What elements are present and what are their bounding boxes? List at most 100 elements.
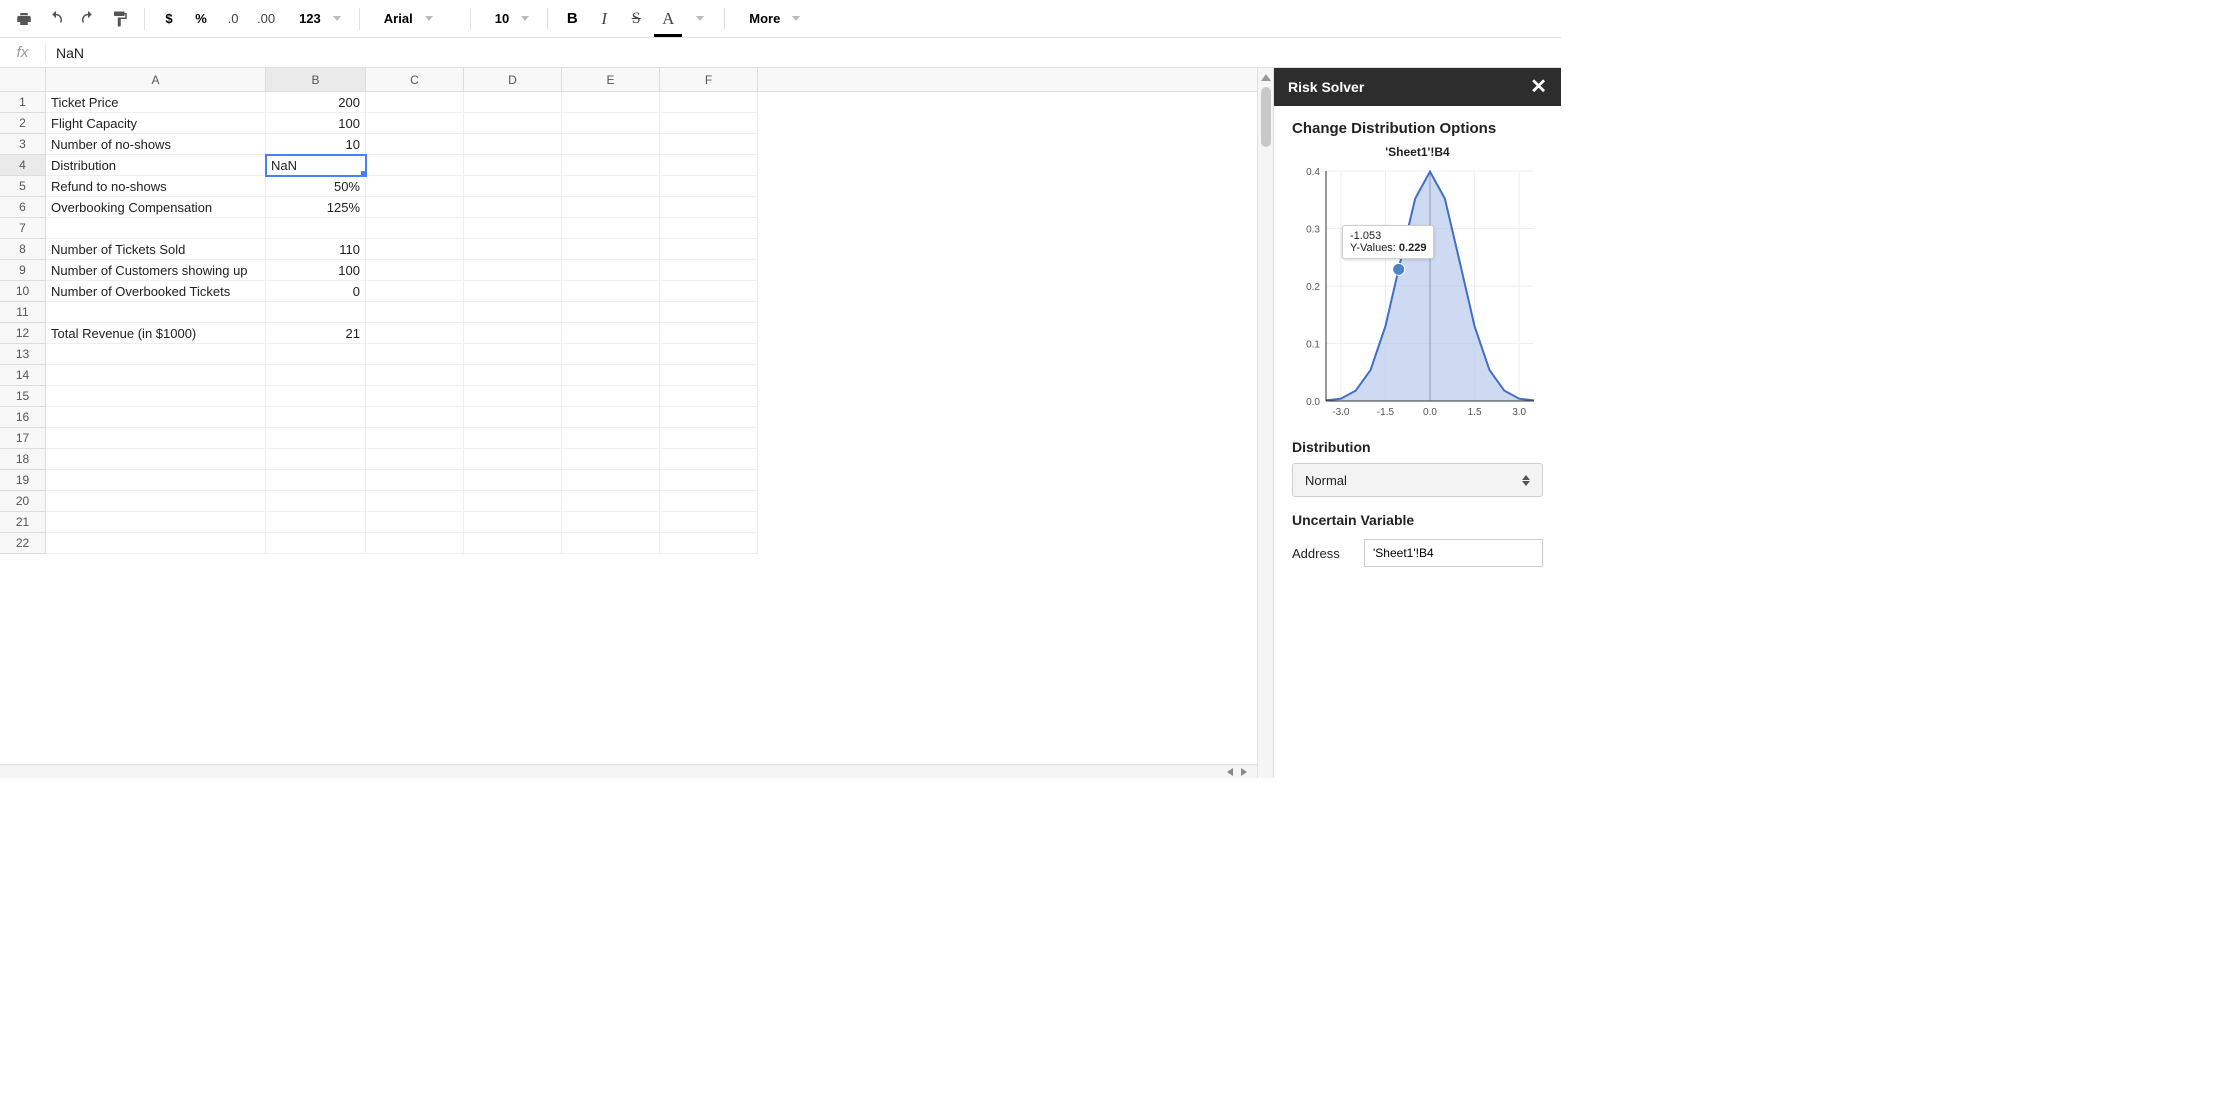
cell[interactable]	[562, 155, 660, 176]
cell[interactable]	[366, 239, 464, 260]
cell[interactable]	[464, 407, 562, 428]
cell[interactable]	[266, 344, 366, 365]
cell[interactable]	[562, 260, 660, 281]
column-header-F[interactable]: F	[660, 68, 758, 91]
cell[interactable]	[660, 428, 758, 449]
row-header[interactable]: 2	[0, 113, 46, 134]
cell[interactable]	[366, 218, 464, 239]
column-header-E[interactable]: E	[562, 68, 660, 91]
cell[interactable]	[562, 512, 660, 533]
cell[interactable]	[562, 113, 660, 134]
formula-input[interactable]	[46, 45, 1561, 61]
cell[interactable]: Distribution	[46, 155, 266, 176]
select-all-corner[interactable]	[0, 68, 46, 91]
cell[interactable]	[464, 197, 562, 218]
cell[interactable]	[562, 197, 660, 218]
row-header[interactable]: 16	[0, 407, 46, 428]
cell[interactable]	[366, 155, 464, 176]
cell[interactable]	[46, 428, 266, 449]
format-percent-button[interactable]: %	[187, 5, 215, 33]
cell[interactable]	[660, 134, 758, 155]
cell[interactable]	[46, 491, 266, 512]
cell[interactable]	[464, 302, 562, 323]
cell[interactable]	[660, 197, 758, 218]
cell[interactable]	[562, 323, 660, 344]
cell[interactable]	[562, 386, 660, 407]
cell[interactable]	[366, 92, 464, 113]
row-header[interactable]: 20	[0, 491, 46, 512]
cell[interactable]	[660, 218, 758, 239]
cell[interactable]	[46, 386, 266, 407]
cell[interactable]: 21	[266, 323, 366, 344]
text-color-dropdown[interactable]	[686, 5, 714, 33]
cell[interactable]: Number of Customers showing up	[46, 260, 266, 281]
row-header[interactable]: 4	[0, 155, 46, 176]
cell[interactable]	[464, 512, 562, 533]
cell[interactable]	[660, 113, 758, 134]
cell[interactable]	[46, 407, 266, 428]
cell[interactable]	[266, 386, 366, 407]
cell[interactable]	[660, 155, 758, 176]
cell[interactable]	[660, 449, 758, 470]
cell[interactable]	[366, 449, 464, 470]
cell[interactable]	[660, 407, 758, 428]
cell[interactable]: Number of Overbooked Tickets	[46, 281, 266, 302]
scroll-up-icon[interactable]	[1261, 74, 1271, 81]
cell[interactable]	[366, 113, 464, 134]
cell[interactable]	[660, 323, 758, 344]
row-header[interactable]: 1	[0, 92, 46, 113]
cell[interactable]	[562, 491, 660, 512]
row-header[interactable]: 19	[0, 470, 46, 491]
cell[interactable]	[562, 218, 660, 239]
cell[interactable]	[266, 428, 366, 449]
cell[interactable]	[464, 218, 562, 239]
cell[interactable]	[366, 134, 464, 155]
cell[interactable]	[562, 239, 660, 260]
cell[interactable]	[660, 260, 758, 281]
row-header[interactable]: 10	[0, 281, 46, 302]
cell[interactable]: 100	[266, 260, 366, 281]
cell[interactable]	[46, 365, 266, 386]
cell[interactable]	[366, 386, 464, 407]
cell[interactable]: Number of Tickets Sold	[46, 239, 266, 260]
cell[interactable]	[562, 302, 660, 323]
row-header[interactable]: 21	[0, 512, 46, 533]
cell[interactable]	[562, 428, 660, 449]
strikethrough-button[interactable]: S	[622, 5, 650, 33]
number-format-dropdown[interactable]: 123	[285, 5, 349, 33]
row-header[interactable]: 6	[0, 197, 46, 218]
cell[interactable]: 125%	[266, 197, 366, 218]
font-family-dropdown[interactable]: Arial	[370, 5, 460, 33]
cell[interactable]: 50%	[266, 176, 366, 197]
cell[interactable]	[366, 428, 464, 449]
row-header[interactable]: 15	[0, 386, 46, 407]
cell[interactable]	[464, 176, 562, 197]
cell[interactable]	[562, 92, 660, 113]
scroll-thumb[interactable]	[1261, 87, 1271, 147]
cell[interactable]	[562, 470, 660, 491]
row-header[interactable]: 18	[0, 449, 46, 470]
cell[interactable]	[660, 239, 758, 260]
column-header-B[interactable]: B	[266, 68, 366, 91]
cell[interactable]	[464, 365, 562, 386]
cell[interactable]: Ticket Price	[46, 92, 266, 113]
font-size-dropdown[interactable]: 10	[481, 5, 537, 33]
cell[interactable]	[464, 134, 562, 155]
row-header[interactable]: 22	[0, 533, 46, 554]
cell[interactable]	[366, 302, 464, 323]
row-header[interactable]: 14	[0, 365, 46, 386]
cell[interactable]	[562, 449, 660, 470]
cell[interactable]	[266, 449, 366, 470]
cell[interactable]	[464, 491, 562, 512]
cell[interactable]	[464, 281, 562, 302]
cell[interactable]	[464, 260, 562, 281]
cell[interactable]: Overbooking Compensation	[46, 197, 266, 218]
cell[interactable]	[366, 512, 464, 533]
cell[interactable]	[660, 344, 758, 365]
paint-format-icon[interactable]	[106, 5, 134, 33]
cell[interactable]	[464, 113, 562, 134]
italic-button[interactable]: I	[590, 5, 618, 33]
cell[interactable]	[562, 533, 660, 554]
cell[interactable]	[464, 470, 562, 491]
cell[interactable]	[266, 407, 366, 428]
